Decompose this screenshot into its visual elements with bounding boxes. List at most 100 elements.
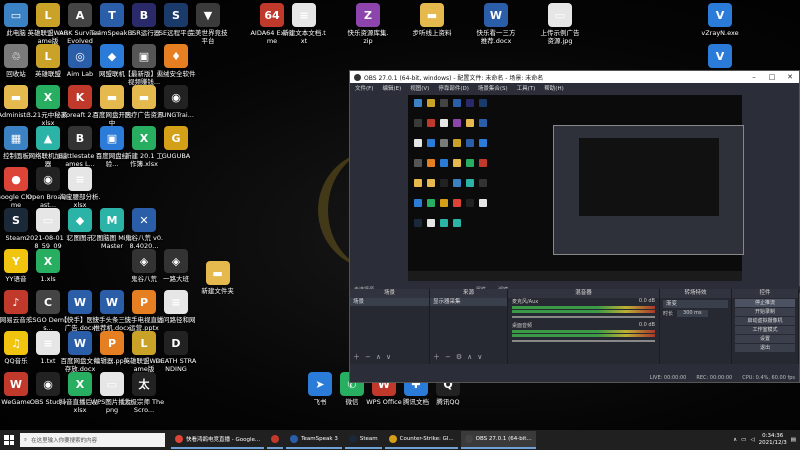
taskbar-app-icon <box>388 435 397 443</box>
desktop-icon[interactable]: 太太极宗师 The Scro... <box>122 372 166 414</box>
app-icon: ▭ <box>36 208 60 232</box>
taskbar-app[interactable]: Counter-Strike: Gl... <box>384 431 458 449</box>
obs-menu-item[interactable]: 停靠部件(D) <box>438 84 469 92</box>
sources-tools[interactable]: ＋−⚙∧∨ <box>433 352 487 362</box>
preview-icon <box>453 159 461 167</box>
network-icon[interactable]: ▭ <box>741 437 746 443</box>
obs-menu-item[interactable]: 帮助(H) <box>544 84 563 92</box>
control-button[interactable]: 设置 <box>735 335 795 343</box>
clock[interactable]: 0:34:36 2021/12/3 <box>759 433 787 447</box>
desktop-icon[interactable]: D DEATH STRANDING <box>154 331 198 373</box>
duration-input[interactable]: 300 ms <box>677 310 708 317</box>
app-icon: ≡ <box>36 331 60 355</box>
taskbar-search-input[interactable]: ⌕ 在这里输入你要搜索的内容 <box>20 433 165 447</box>
start-button[interactable] <box>0 430 18 450</box>
app-icon: S <box>164 3 188 27</box>
preview-icon <box>466 119 474 127</box>
preview-icon <box>427 219 435 227</box>
desktop-icon[interactable]: Z 快乐资源库集.zip <box>346 3 390 45</box>
tray-chevron-icon[interactable]: ∧ <box>733 437 737 443</box>
app-icon: ▬ <box>205 261 230 286</box>
obs-titlebar[interactable]: OBS 27.0.1 (64-bit, windows) - 配置文件: 未命名… <box>350 71 799 83</box>
preview-icon <box>414 179 422 187</box>
control-button[interactable]: 停止推流 <box>735 299 795 307</box>
desktop-icon[interactable]: G GUGUBA <box>154 126 198 160</box>
app-icon: ◉ <box>36 167 60 191</box>
desktop-icon[interactable]: ✕ 鬼谷八荒 v0.8.4020... <box>122 208 166 250</box>
volume-slider[interactable] <box>512 340 655 342</box>
desktop-icon[interactable]: ◉ FUNGTrai... <box>154 85 198 119</box>
scene-item[interactable]: 场景 <box>350 298 429 306</box>
app-icon: ➤ <box>308 372 332 396</box>
desktop-icon[interactable]: ◈ 一路大班 <box>154 249 198 283</box>
preview-icon <box>453 179 461 187</box>
clock-time: 0:34:36 <box>762 433 784 439</box>
obs-menu-item[interactable]: 文件(F) <box>355 84 373 92</box>
volume-slider[interactable] <box>512 316 655 318</box>
control-button[interactable]: 开始录制 <box>735 308 795 316</box>
audio-meter <box>512 306 655 309</box>
taskbar-app[interactable]: OBS 27.0.1 (64-bit... <box>460 431 536 449</box>
volume-icon[interactable]: ◁ <box>750 437 754 443</box>
notification-icon[interactable]: ▤ <box>791 437 796 443</box>
clock-date: 2021/12/3 <box>758 440 787 446</box>
control-button[interactable]: 退出 <box>735 344 795 352</box>
mixer-channel-db: 0.0 dB <box>638 322 655 328</box>
desktop-icon[interactable]: ≡ 新建文本文档.txt <box>282 3 326 45</box>
app-icon: K <box>68 85 92 109</box>
transitions-header: 转场特效 <box>660 289 731 298</box>
desktop-icon[interactable]: ♦ 火绒安全软件 <box>154 44 198 78</box>
taskbar-app[interactable]: Steam <box>344 431 382 449</box>
desktop-icon[interactable]: ▬ 步听线上资料 <box>410 3 454 37</box>
obs-menu-item[interactable]: 视图(V) <box>410 84 429 92</box>
app-icon: A <box>68 3 92 27</box>
obs-title: OBS 27.0.1 (64-bit, windows) - 配置文件: 未命名… <box>364 74 544 82</box>
desktop-icon[interactable]: W 快乐看一三方推荐.docx <box>474 3 518 45</box>
obs-menu-item[interactable]: 场景集合(S) <box>478 84 508 92</box>
source-item[interactable]: 显示器采集 <box>430 298 507 306</box>
obs-menu-item[interactable]: 工具(T) <box>517 84 536 92</box>
app-icon: ▭ <box>100 372 124 396</box>
maximize-icon[interactable]: □ <box>763 73 781 81</box>
taskbar-app[interactable]: 快看鸿鹄电竞直播 - Google... <box>171 431 265 449</box>
preview-icon <box>414 139 422 147</box>
transition-select[interactable]: 渐变 <box>663 300 728 308</box>
desktop-icon[interactable]: ▼ 完美世界竞技平台 <box>186 3 230 45</box>
sources-dock: 来源 显示器采集 ＋−⚙∧∨ <box>430 289 508 364</box>
desktop-icon-label: 1.xls <box>40 275 56 283</box>
desktop-icon[interactable]: X 1.xls <box>26 249 70 283</box>
desktop-icon[interactable]: ≡ 访问路径和网 <box>154 290 198 324</box>
obs-preview[interactable] <box>408 95 744 281</box>
app-icon: ◈ <box>132 249 156 273</box>
transitions-dock: 转场特效 渐变 时长 300 ms <box>660 289 732 364</box>
taskbar-app[interactable]: TeamSpeak 3 <box>286 431 342 449</box>
preview-icon <box>414 199 422 207</box>
preview-taskbar <box>408 271 742 281</box>
desktop-icon-label: DEATH STRANDING <box>155 357 197 373</box>
taskbar-app[interactable] <box>267 431 284 449</box>
minimize-icon[interactable]: – <box>745 73 763 81</box>
app-icon: ♲ <box>4 44 28 68</box>
app-icon: ≡ <box>68 167 92 191</box>
app-icon: ◉ <box>36 372 60 396</box>
desktop-icon[interactable]: ≡ 淘宝腰部分析.xlsx <box>58 167 102 209</box>
preview-icon <box>440 139 448 147</box>
app-icon: ♪ <box>4 290 28 314</box>
control-button[interactable]: 工作室模式 <box>735 326 795 334</box>
app-icon: V <box>708 3 732 27</box>
taskbar-app-icon <box>175 435 183 443</box>
preview-icon <box>427 199 435 207</box>
taskbar-app-icon <box>271 435 280 443</box>
desktop-icon[interactable]: ▬ 新建文件夹 <box>196 261 240 295</box>
app-icon: ◎ <box>68 44 92 68</box>
obs-window[interactable]: OBS 27.0.1 (64-bit, windows) - 配置文件: 未命名… <box>349 70 800 383</box>
close-icon[interactable]: ✕ <box>781 73 799 81</box>
control-button[interactable]: 启动虚拟摄像机 <box>735 317 795 325</box>
desktop-icon[interactable]: VvZrayN.exe <box>698 3 742 37</box>
app-icon: ▬ <box>420 3 444 27</box>
app-icon: ✕ <box>132 208 156 232</box>
obs-menu-item[interactable]: 编辑(E) <box>382 84 401 92</box>
scenes-tools[interactable]: ＋−∧∨ <box>353 352 396 362</box>
desktop-icon[interactable]: ▭ 上传示例广告资源.jpg <box>538 3 582 45</box>
app-icon: ● <box>4 167 28 191</box>
